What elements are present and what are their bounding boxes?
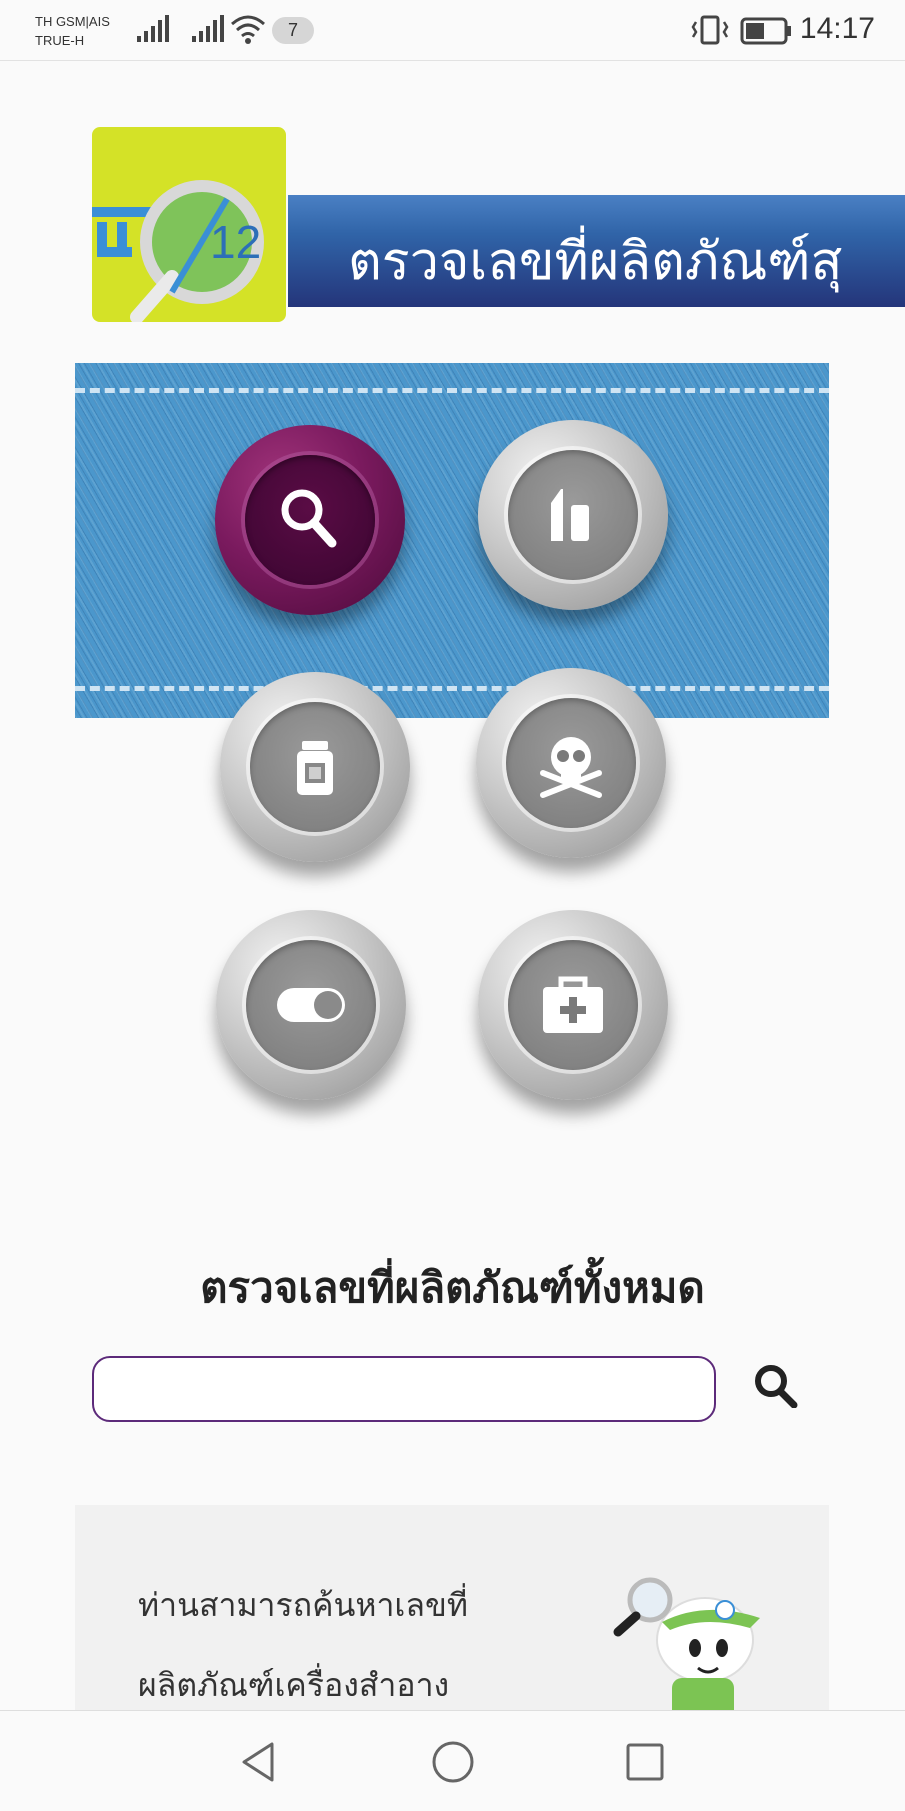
info-text-line1: ท่านสามารถค้นหาเลขที่ [138, 1586, 468, 1624]
category-search-button[interactable] [215, 425, 405, 615]
carrier-line2: TRUE-H [35, 33, 85, 48]
category-medical-device-button[interactable] [216, 910, 406, 1100]
category-hazardous-button[interactable] [476, 668, 666, 858]
banner-title: ตรวจเลขที่ผลิตภัณฑ์สุ [348, 232, 843, 292]
clock: 14:17 [799, 12, 875, 45]
mascot-icon [613, 1577, 760, 1715]
title-banner: ตรวจเลขที่ผลิตภัณฑ์สุ [288, 195, 905, 307]
carrier-line1: TH GSM|AIS [35, 14, 110, 29]
category-medicine-button[interactable] [220, 672, 410, 862]
signal-icon [192, 15, 224, 42]
back-icon[interactable] [236, 1739, 282, 1785]
stitch-line [75, 686, 829, 691]
wifi-icon [231, 15, 265, 44]
status-bar: TH GSM|AIS TRUE-H 7 14:17 [0, 0, 905, 61]
category-first-aid-button[interactable] [478, 910, 668, 1100]
search-input[interactable] [92, 1356, 716, 1422]
navigation-bar [0, 1710, 905, 1811]
skull-icon [540, 737, 602, 798]
search-icon [281, 489, 337, 548]
search-title: ตรวจเลขที่ผลิตภัณฑ์ทั้งหมด [200, 1263, 705, 1312]
battery-icon [740, 17, 791, 45]
recents-icon[interactable] [622, 1739, 668, 1785]
logo-number: 12 [210, 216, 262, 268]
info-card: ท่านสามารถค้นหาเลขที่ ผลิตภัณฑ์เครื่องสำ… [75, 1505, 829, 1715]
info-text-line2: ผลิตภัณฑ์เครื่องสำอาง [138, 1666, 450, 1704]
capsule-icon [277, 988, 345, 1022]
notification-badge: 7 [272, 17, 314, 44]
app-logo: 12 [92, 127, 286, 322]
first-aid-icon [543, 976, 603, 1033]
stitch-line [75, 388, 829, 393]
search-button[interactable] [752, 1362, 798, 1408]
vibrate-icon [691, 15, 729, 45]
category-cosmetics-button[interactable] [478, 420, 668, 610]
lipstick-icon [551, 489, 589, 541]
signal-icon [137, 15, 169, 42]
home-icon[interactable] [430, 1739, 476, 1785]
carrier-label: TH GSM|AIS TRUE-H [35, 12, 110, 50]
category-panel [75, 363, 829, 718]
medicine-bottle-icon [297, 741, 333, 795]
